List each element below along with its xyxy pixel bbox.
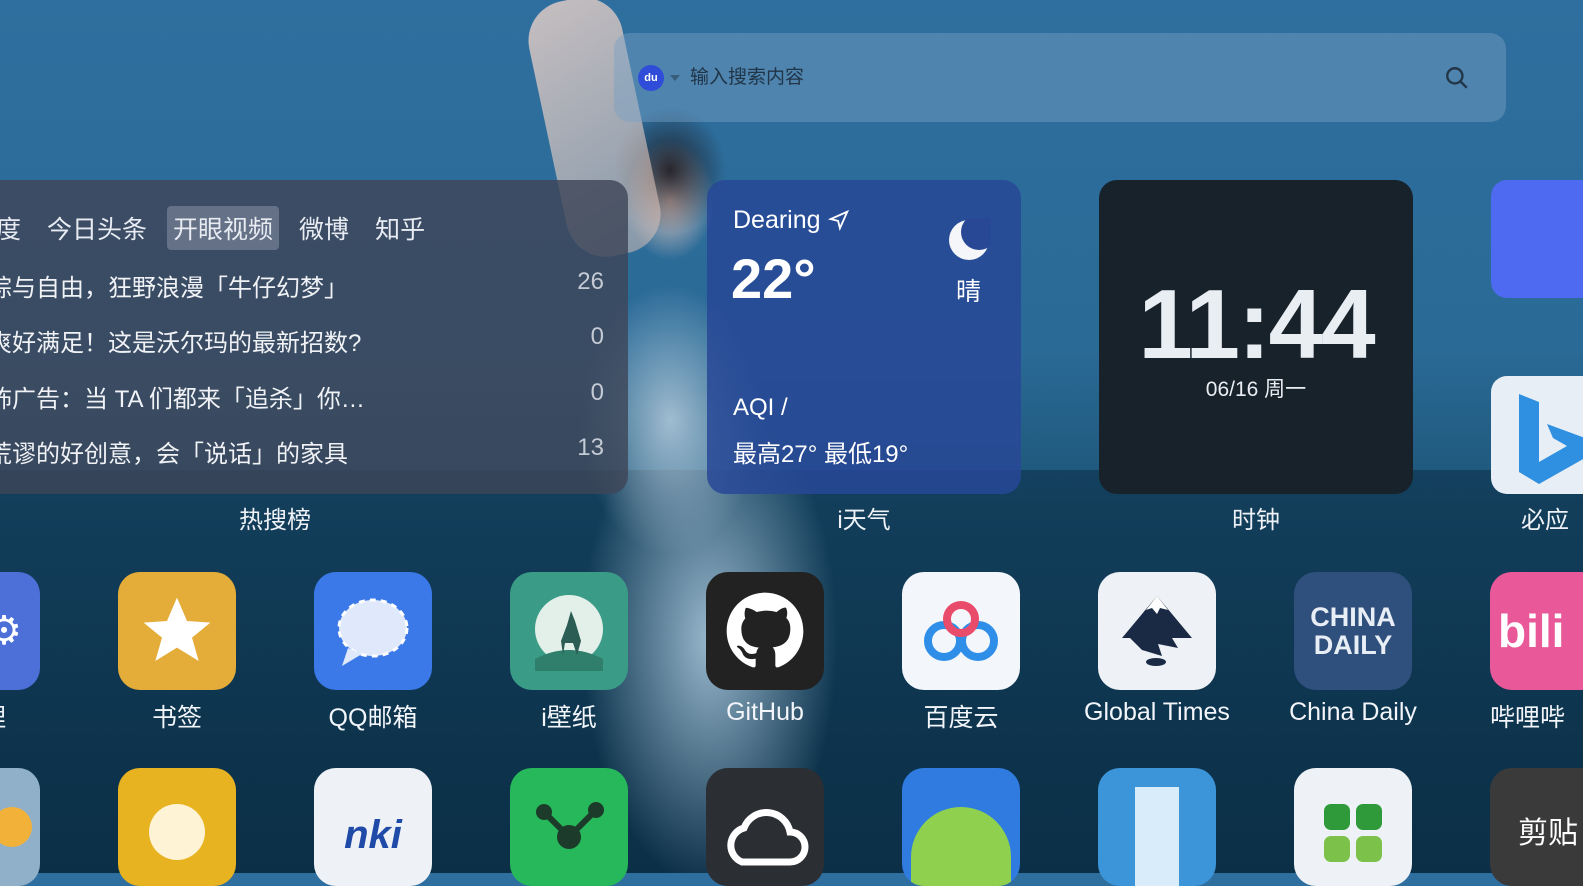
app-label: QQ邮箱	[328, 704, 418, 732]
weather-city: Dearing	[733, 206, 850, 235]
search-icon[interactable]	[1444, 65, 1470, 91]
bookmark-ribbon-app-icon[interactable]	[1098, 768, 1216, 886]
deer-moon-icon	[535, 595, 603, 671]
hot-list-widget[interactable]: 度 今日头条 开眼视频 微博 知乎 粽与自由，狂野浪漫「牛仔幻梦」 26 爽好满…	[0, 180, 628, 494]
weather-aqi: AQI /	[733, 394, 788, 421]
app-label: i壁纸	[541, 704, 597, 732]
hot-item-count: 26	[577, 268, 604, 295]
china-daily-app-icon[interactable]: CHINA DAILY	[1294, 572, 1412, 690]
weather-temp: 22°	[731, 247, 816, 310]
github-app-icon[interactable]	[706, 572, 824, 690]
china-daily-icon: CHINA DAILY	[1310, 602, 1396, 660]
app-label: Global Times	[1084, 698, 1230, 726]
bookmark-app-icon[interactable]	[118, 572, 236, 690]
baidu-cloud-app-icon[interactable]	[902, 572, 1020, 690]
bilibili-icon: bili	[1498, 605, 1565, 657]
clock-widget[interactable]: 11:44 06/16 周一	[1099, 180, 1413, 494]
app-label: 管理	[0, 698, 81, 734]
cloud-app-icon[interactable]	[706, 768, 824, 886]
hot-item-count: 13	[577, 434, 604, 461]
bookmark-ribbon-icon	[1135, 787, 1179, 886]
clock-date: 06/16 周一	[1205, 378, 1307, 401]
hot-item-title: 荒谬的好创意，会「说话」的家具	[0, 441, 348, 468]
app-label: 哔哩哔	[1490, 704, 1566, 732]
clipboard-app-icon[interactable]: 剪贴	[1490, 768, 1583, 886]
qq-mail-app-icon[interactable]	[314, 572, 432, 690]
star-icon	[143, 597, 211, 661]
android-icon	[911, 807, 1011, 886]
moon-icon	[949, 218, 991, 260]
weather-condition: 晴	[955, 278, 981, 306]
baidu-cloud-icon	[924, 601, 998, 661]
network-icon	[536, 802, 604, 849]
bilibili-app-icon[interactable]: bili	[1490, 572, 1583, 690]
app-label: 书签	[151, 704, 202, 732]
manage-icon: ⚙	[0, 609, 22, 653]
app-label: China Daily	[1289, 698, 1417, 726]
manage-app-icon[interactable]: ⚙	[0, 572, 40, 690]
hot-item-count: 0	[590, 379, 604, 406]
blue-widget-tile[interactable]	[1491, 180, 1583, 298]
engine-dropdown-caret-icon[interactable]	[670, 74, 680, 81]
clover-app-icon[interactable]	[1294, 768, 1412, 886]
cnki-app-icon[interactable]: nki	[314, 768, 432, 886]
bing-icon	[1519, 394, 1583, 484]
weather-sun-app-icon[interactable]	[0, 768, 40, 886]
clover-icon	[1324, 804, 1382, 862]
tab-kaiyan[interactable]: 开眼视频	[167, 206, 280, 250]
github-icon	[726, 592, 804, 668]
search-bar[interactable]: du	[614, 33, 1506, 122]
lightbulb-icon	[149, 804, 205, 860]
i-wallpaper-app-icon[interactable]	[510, 572, 628, 690]
app-label: GitHub	[726, 698, 804, 726]
hot-item-count: 0	[590, 323, 604, 350]
network-app-icon[interactable]	[510, 768, 628, 886]
chat-bubble-icon	[337, 598, 409, 666]
clipboard-icon: 剪贴	[1518, 817, 1578, 850]
clock-label: 时钟	[1232, 507, 1280, 534]
tab-weibo[interactable]: 微博	[293, 206, 355, 250]
tab-toutiao[interactable]: 今日头条	[41, 206, 153, 250]
hot-item-title: 怖广告：当 TA 们都来「追杀」你…	[0, 386, 365, 413]
android-app-icon[interactable]	[902, 768, 1020, 886]
hot-list-label: 热搜榜	[239, 507, 311, 534]
location-arrow-icon	[827, 209, 849, 232]
clock-time: 11:44	[1138, 269, 1375, 379]
tab-zhihu[interactable]: 知乎	[369, 206, 431, 250]
sun-icon	[0, 807, 32, 847]
baidu-engine-icon[interactable]: du	[638, 64, 664, 91]
tab-baidu[interactable]: 度	[0, 206, 27, 250]
app-label: 百度云	[923, 704, 999, 732]
hot-list-tabs: 度 今日头条 开眼视频 微博 知乎	[0, 206, 431, 250]
lightbulb-app-icon[interactable]	[118, 768, 236, 886]
hot-item-title: 粽与自由，狂野浪漫「牛仔幻梦」	[0, 275, 348, 302]
inkscape-icon	[1122, 596, 1192, 666]
hot-item-title: 爽好满足！这是沃尔玛的最新招数?	[0, 330, 362, 357]
weather-label: i天气	[837, 507, 891, 534]
cloud-outline-icon	[727, 809, 809, 866]
bing-label: 必应	[1521, 507, 1569, 534]
cnki-icon: nki	[344, 812, 402, 857]
weather-widget[interactable]: Dearing 22° 晴 AQI / 最高27° 最低19°	[707, 180, 1021, 494]
weather-range: 最高27° 最低19°	[733, 441, 909, 468]
global-times-app-icon[interactable]	[1098, 572, 1216, 690]
bing-app-icon[interactable]	[1491, 376, 1583, 494]
search-input[interactable]	[688, 65, 1444, 90]
